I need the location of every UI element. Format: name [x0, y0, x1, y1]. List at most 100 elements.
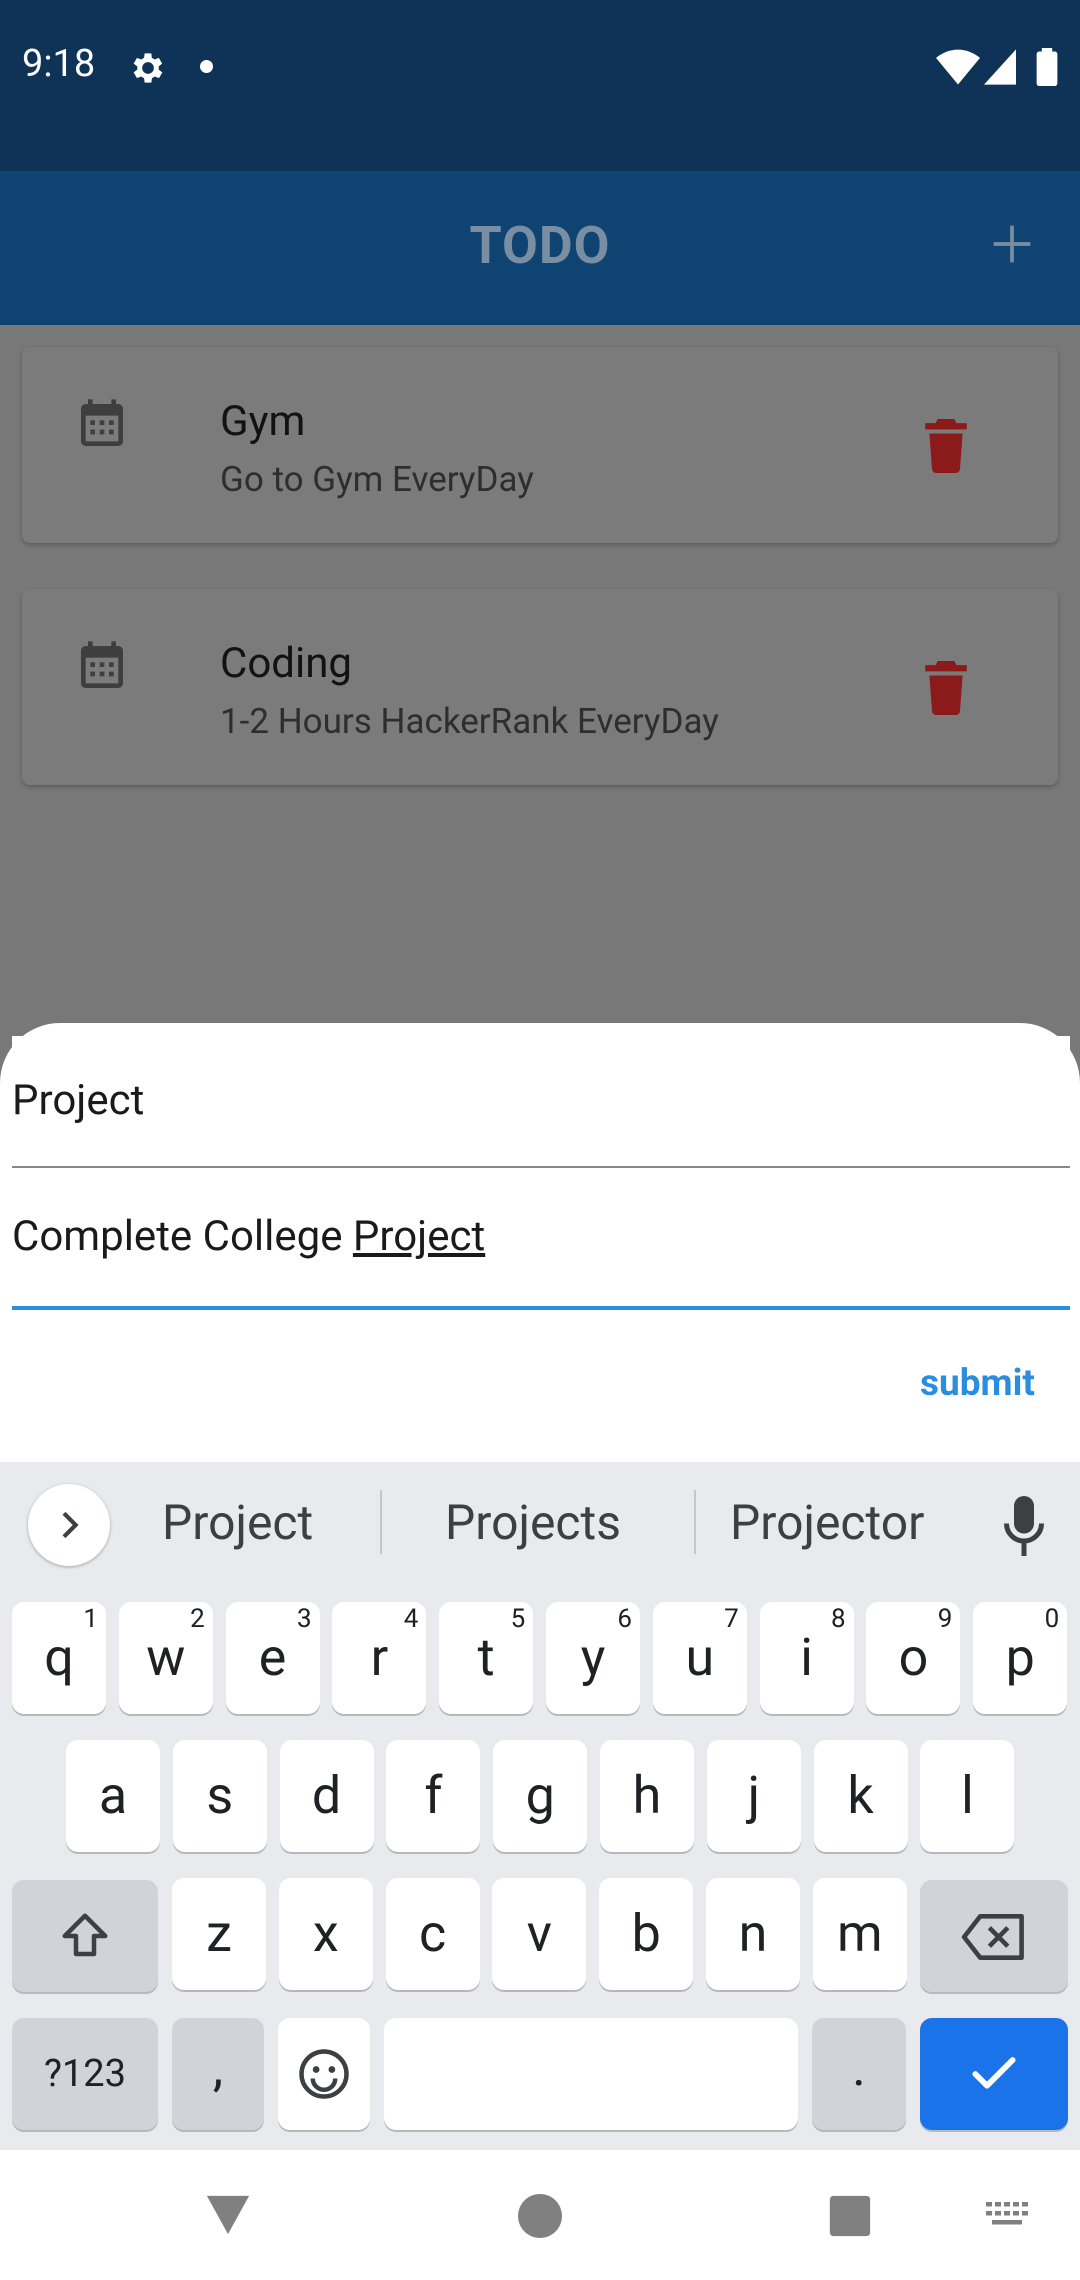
key-c[interactable]: c: [385, 1878, 480, 1990]
key-label: c: [418, 1903, 447, 1964]
key-z[interactable]: z: [172, 1878, 266, 1990]
key-e[interactable]: e3: [225, 1602, 320, 1714]
key-i[interactable]: i8: [759, 1602, 854, 1714]
key-label: e: [258, 1627, 287, 1688]
delete-icon[interactable]: [924, 661, 968, 715]
todo-description: 1-2 Hours HackerRank EveryDay: [220, 701, 719, 742]
calendar-icon: [81, 399, 123, 446]
key-label: w: [146, 1627, 186, 1688]
key-label: x: [312, 1903, 339, 1964]
key-q[interactable]: q1: [12, 1602, 106, 1714]
todo-card[interactable]: Coding 1-2 Hours HackerRank EveryDay: [22, 589, 1058, 785]
key-label: j: [747, 1765, 761, 1826]
todo-list: Gym Go to Gym EveryDay Coding 1-2 Hours …: [0, 325, 1080, 1025]
key-hint: 8: [830, 1604, 846, 1634]
key-label: y: [580, 1627, 606, 1688]
submit-button[interactable]: submit: [920, 1362, 1035, 1405]
key-label: t: [477, 1627, 495, 1688]
settings-icon: [133, 53, 163, 83]
key-f[interactable]: f: [386, 1740, 481, 1852]
key-label: f: [424, 1765, 443, 1826]
title-input[interactable]: Project: [12, 1036, 1070, 1168]
suggestion-item[interactable]: Projector: [730, 1494, 924, 1551]
key-hint: 7: [724, 1604, 739, 1634]
key-m[interactable]: m: [812, 1878, 907, 1990]
key-w[interactable]: w2: [118, 1602, 213, 1714]
key-x[interactable]: x: [278, 1878, 373, 1990]
delete-icon[interactable]: [924, 419, 968, 473]
todo-description: Go to Gym EveryDay: [220, 459, 534, 500]
key-label: o: [898, 1627, 929, 1688]
key-v[interactable]: v: [492, 1878, 587, 1990]
home-icon[interactable]: [518, 2194, 562, 2238]
key-g[interactable]: g: [493, 1740, 588, 1852]
comma-key[interactable]: ,: [172, 2018, 264, 2130]
symbols-key[interactable]: ?123: [12, 2018, 158, 2130]
key-label: u: [685, 1627, 715, 1688]
description-input[interactable]: Complete College Project: [12, 1168, 1070, 1310]
key-j[interactable]: j: [706, 1740, 801, 1852]
app-title: TODO: [469, 215, 611, 276]
key-label: v: [526, 1903, 552, 1964]
suggestion-item[interactable]: Projects: [445, 1494, 621, 1551]
backspace-icon: [961, 1914, 1024, 1960]
shift-key[interactable]: [12, 1880, 158, 1992]
emoji-key[interactable]: [278, 2018, 370, 2130]
key-y[interactable]: y6: [546, 1602, 640, 1714]
back-icon[interactable]: [204, 2192, 252, 2238]
key-label: b: [631, 1903, 661, 1964]
todo-card[interactable]: Gym Go to Gym EveryDay: [22, 347, 1058, 543]
microphone-icon[interactable]: [1002, 1496, 1046, 1556]
key-hint: 6: [617, 1604, 632, 1634]
wifi-icon: [936, 49, 980, 85]
suggestions-expand-button[interactable]: [28, 1484, 110, 1566]
key-hint: 1: [83, 1604, 98, 1634]
key-k[interactable]: k: [813, 1740, 908, 1852]
key-t[interactable]: t5: [439, 1602, 534, 1714]
emoji-icon: [299, 2049, 349, 2099]
todo-title: Coding: [220, 639, 352, 688]
period-key[interactable]: .: [812, 2018, 906, 2130]
battery-icon: [1036, 48, 1058, 86]
key-hint: 3: [296, 1604, 312, 1634]
key-hint: 4: [403, 1604, 419, 1634]
key-label: r: [370, 1627, 389, 1688]
key-label: n: [738, 1903, 768, 1964]
key-n[interactable]: n: [706, 1878, 800, 1990]
key-label: s: [206, 1765, 234, 1826]
key-label: d: [311, 1765, 342, 1826]
suggestion-item[interactable]: Project: [162, 1494, 313, 1551]
key-hint: 9: [937, 1604, 953, 1634]
key-label: m: [836, 1903, 883, 1964]
composing-word: Project: [352, 1212, 486, 1261]
app-bar: TODO: [0, 171, 1080, 325]
chevron-right-icon: [62, 1511, 79, 1539]
navigation-bar: [0, 2150, 1080, 2280]
todo-title: Gym: [220, 397, 306, 446]
suggestion-divider: [380, 1490, 382, 1554]
key-label: a: [98, 1765, 128, 1826]
key-d[interactable]: d: [279, 1740, 374, 1852]
key-u[interactable]: u7: [652, 1602, 747, 1714]
key-label: p: [1005, 1627, 1035, 1688]
key-s[interactable]: s: [172, 1740, 267, 1852]
suggestion-divider: [694, 1490, 696, 1554]
key-h[interactable]: h: [600, 1740, 694, 1852]
add-icon[interactable]: [990, 222, 1034, 266]
keyboard-switch-icon[interactable]: [986, 2200, 1028, 2228]
key-o[interactable]: o9: [866, 1602, 961, 1714]
key-r[interactable]: r4: [332, 1602, 427, 1714]
enter-key[interactable]: [920, 2018, 1068, 2130]
key-b[interactable]: b: [599, 1878, 694, 1990]
key-a[interactable]: a: [66, 1740, 160, 1852]
cell-signal-icon: [984, 49, 1016, 85]
key-label: q: [44, 1627, 74, 1688]
space-key[interactable]: [384, 2018, 798, 2130]
checkmark-icon: [972, 2057, 1016, 2089]
key-label: z: [206, 1903, 232, 1964]
key-label: g: [525, 1765, 555, 1826]
key-l[interactable]: l: [920, 1740, 1015, 1852]
backspace-key[interactable]: [920, 1880, 1068, 1992]
key-p[interactable]: p0: [973, 1602, 1068, 1714]
recents-icon[interactable]: [828, 2194, 872, 2238]
